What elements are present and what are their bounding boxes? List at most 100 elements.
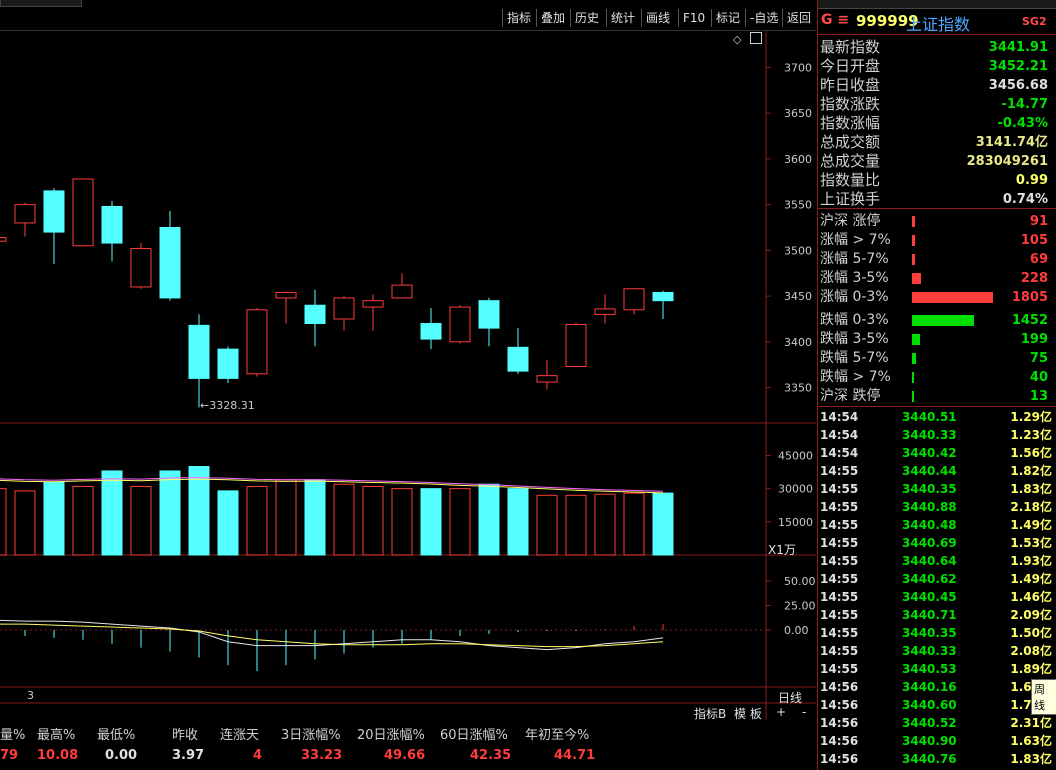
breadth-row: 跌幅 3-5% 199 <box>820 330 1052 349</box>
add-tab-button[interactable]: + <box>776 705 786 719</box>
tick-row[interactable]: 14:54 3440.42 1.56亿 <box>820 444 1056 462</box>
tick-row[interactable]: 14:55 3440.33 2.08亿 <box>820 642 1056 660</box>
tick-amount: 2.18亿 <box>1010 500 1052 514</box>
breadth-label: 涨幅 3-5% <box>820 270 889 286</box>
stat-value-20day: 49.66 <box>384 748 426 763</box>
tick-row[interactable]: 14:55 3440.88 2.18亿 <box>820 498 1056 516</box>
volume-bar <box>304 479 326 556</box>
candle <box>478 297 500 347</box>
divider <box>818 406 1056 407</box>
candle-body <box>217 348 239 379</box>
mark-button[interactable]: 标记 <box>711 9 744 27</box>
candle <box>594 294 616 324</box>
breadth-row: 涨幅 3-5% 228 <box>820 269 1052 288</box>
indicator-button[interactable]: 指标 <box>502 9 535 27</box>
candle <box>507 328 529 374</box>
diamond-icon[interactable]: ◇ <box>733 33 741 46</box>
tick-time: 14:55 <box>820 518 859 532</box>
macd-tick-label: 25.00 <box>784 600 816 613</box>
tick-price: 3440.71 <box>902 608 957 622</box>
remove-watchlist-button[interactable]: -自选 <box>745 9 782 27</box>
tick-amount: 1.83亿 <box>1010 482 1052 496</box>
breadth-label: 跌幅 3-5% <box>820 331 889 347</box>
overlay-button[interactable]: 叠加 <box>536 9 569 27</box>
quote-row: 指数涨跌 -14.77 <box>820 95 1052 114</box>
macd-tick-label: 0.00 <box>784 624 809 637</box>
back-button[interactable]: 返回 <box>782 9 815 27</box>
volume-bar <box>594 493 616 556</box>
tick-row[interactable]: 14:55 3440.62 1.49亿 <box>820 570 1056 588</box>
tick-price: 3440.53 <box>902 662 957 676</box>
sg2-badge: SG2 <box>1022 15 1047 28</box>
f10-button[interactable]: F10 <box>678 9 709 27</box>
panel-top-strip <box>818 0 1056 9</box>
quote-row: 总成交额 3141.74亿 <box>820 133 1052 152</box>
tick-row[interactable]: 14:55 3440.53 1.89亿 <box>820 660 1056 678</box>
candle <box>217 346 239 383</box>
candle-body <box>362 300 384 308</box>
tick-row[interactable]: 14:56 3440.76 1.83亿 <box>820 750 1056 768</box>
quote-value: -14.77 <box>1001 97 1048 112</box>
period-label[interactable]: 日线 <box>778 689 802 706</box>
candle-body <box>159 227 181 299</box>
tick-row[interactable]: 14:55 3440.44 1.82亿 <box>820 462 1056 480</box>
quote-value: 0.99 <box>1015 173 1048 188</box>
tick-row[interactable]: 14:55 3440.71 2.09亿 <box>820 606 1056 624</box>
volume-bar <box>652 492 674 556</box>
volume-bar <box>188 466 210 556</box>
tick-price: 3440.76 <box>902 752 957 766</box>
tick-row[interactable]: 14:55 3440.69 1.53亿 <box>820 534 1056 552</box>
quote-row: 指数量比 0.99 <box>820 171 1052 190</box>
tick-row[interactable]: 14:55 3440.64 1.93亿 <box>820 552 1056 570</box>
tick-row[interactable]: 14:55 3440.48 1.49亿 <box>820 516 1056 534</box>
history-button[interactable]: 历史 <box>570 9 603 27</box>
tick-amount: 1.63亿 <box>1010 734 1052 748</box>
quote-label: 指数量比 <box>820 171 881 189</box>
tick-row[interactable]: 14:54 3440.51 1.29亿 <box>820 408 1056 426</box>
indicator-b-tab[interactable]: 指标B <box>694 705 726 722</box>
volume-tick-label: 15000 <box>778 516 813 529</box>
tick-price: 3440.33 <box>902 644 957 658</box>
quote-panel: G ≡ 999999 上证指数 SG2 最新指数 3441.91 今日开盘 3452.… <box>817 0 1056 770</box>
candle-body <box>536 375 558 383</box>
breadth-bar <box>912 273 921 284</box>
breadth-bar <box>912 235 915 246</box>
tick-amount: 1.49亿 <box>1010 572 1052 586</box>
breadth-row: 涨幅 5-7% 69 <box>820 250 1052 269</box>
tick-row[interactable]: 14:55 3440.45 1.46亿 <box>820 588 1056 606</box>
tick-row[interactable]: 14:54 3440.33 1.23亿 <box>820 426 1056 444</box>
statistics-button[interactable]: 统计 <box>606 9 639 27</box>
tick-time: 14:55 <box>820 662 859 676</box>
remove-tab-button[interactable]: - <box>802 705 806 719</box>
maximize-icon[interactable] <box>750 32 762 44</box>
candlestick-series <box>0 178 674 408</box>
tick-amount: 1.49亿 <box>1010 518 1052 532</box>
candle <box>565 322 587 368</box>
tick-row[interactable]: 14:55 3440.35 1.50亿 <box>820 624 1056 642</box>
tick-row[interactable]: 14:563440.161.64亿 <box>820 678 1056 696</box>
price-tick-label: 3600 <box>784 153 812 166</box>
breadth-row: 跌幅 0-3% 1452 <box>820 311 1052 330</box>
kline-chart[interactable]: 3700 3650 3600 3550 3500 3450 3400 3350 45000 300… <box>0 30 816 770</box>
tick-row[interactable]: 14:563440.601.70亿 <box>820 696 1056 714</box>
quote-row: 今日开盘 3452.21 <box>820 57 1052 76</box>
price-tick-label: 3700 <box>784 61 812 74</box>
tick-time: 14:56 <box>820 716 859 730</box>
tick-row[interactable]: 14:55 3440.35 1.83亿 <box>820 480 1056 498</box>
breadth-value: 40 <box>1029 370 1048 385</box>
breadth-value: 228 <box>1020 271 1048 286</box>
tick-amount: 2.08亿 <box>1010 644 1052 658</box>
stat-value-60day: 42.35 <box>470 748 512 763</box>
draw-line-button[interactable]: 画线 <box>641 9 674 27</box>
tick-row[interactable]: 14:56 3440.52 2.31亿 <box>820 714 1056 732</box>
tick-amount: 1.50亿 <box>1010 626 1052 640</box>
tick-row[interactable]: 14:56 3440.90 1.63亿 <box>820 732 1056 750</box>
quote-row: 总成交量 283049261 <box>820 152 1052 171</box>
template-tab[interactable]: 模 板 <box>734 705 762 722</box>
volume-bar <box>0 488 7 556</box>
tick-time: 14:55 <box>820 500 859 514</box>
breadth-label: 涨幅 0-3% <box>820 289 889 305</box>
breadth-bar <box>912 372 914 383</box>
candle <box>362 294 384 331</box>
volume-bar <box>217 490 239 556</box>
